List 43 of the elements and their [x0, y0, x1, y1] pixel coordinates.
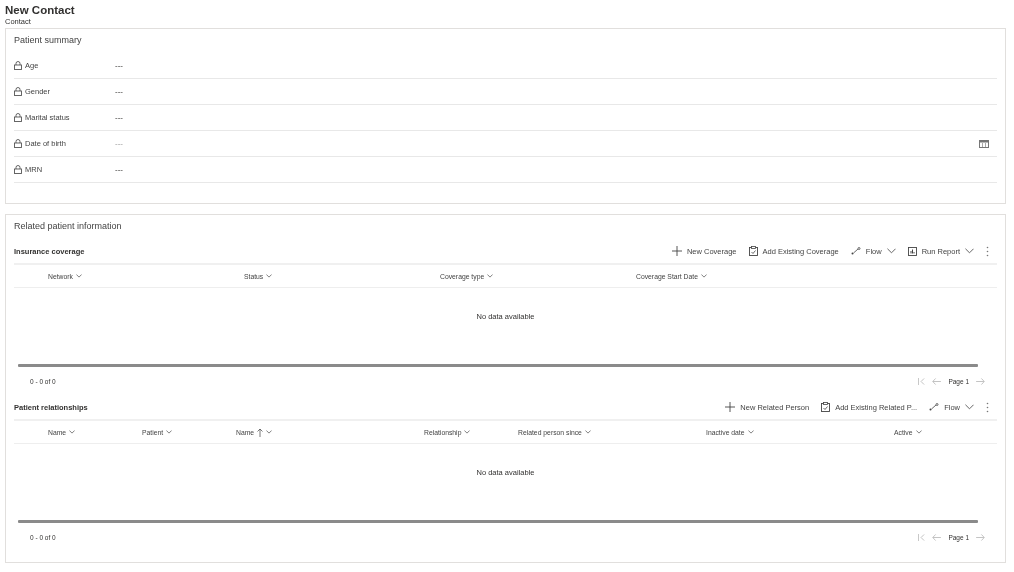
horizontal-scrollbar[interactable] — [18, 364, 978, 367]
chevron-down-icon[interactable] — [487, 274, 494, 278]
clipboard-icon — [748, 246, 758, 256]
next-page-icon[interactable] — [976, 533, 985, 541]
chevron-down-icon — [965, 248, 974, 254]
chevron-down-icon[interactable] — [69, 430, 76, 434]
report-icon — [907, 246, 917, 256]
next-page-icon[interactable] — [976, 377, 985, 385]
chevron-down-icon[interactable] — [584, 430, 591, 434]
chevron-down-icon — [886, 248, 896, 254]
plus-icon — [671, 246, 682, 256]
section-title: Patient summary — [14, 34, 83, 47]
flow-icon — [929, 403, 940, 411]
lock-icon — [14, 165, 22, 174]
chevron-down-icon — [965, 404, 974, 410]
field-value[interactable]: --- — [115, 61, 997, 70]
field-value[interactable]: --- — [115, 165, 997, 174]
plus-icon — [725, 402, 736, 412]
field-value[interactable]: --- — [115, 87, 997, 96]
chevron-down-icon[interactable] — [266, 274, 273, 278]
page-title: New Contact — [5, 3, 76, 17]
chevron-down-icon[interactable] — [700, 274, 707, 278]
chevron-down-icon[interactable] — [266, 430, 273, 434]
lock-icon — [14, 87, 22, 96]
lock-icon — [14, 61, 22, 70]
horizontal-scrollbar[interactable] — [18, 520, 978, 523]
sort-up-icon — [257, 427, 264, 437]
previous-page-icon[interactable] — [932, 533, 942, 541]
lock-icon — [14, 139, 22, 148]
chevron-down-icon[interactable] — [75, 274, 82, 278]
chevron-down-icon[interactable] — [464, 430, 471, 434]
section-title: Related patient information — [14, 220, 123, 233]
chevron-down-icon[interactable] — [747, 430, 754, 434]
chevron-down-icon[interactable] — [915, 430, 922, 434]
lock-icon — [14, 113, 22, 122]
flow-icon — [850, 247, 861, 255]
field-value[interactable]: --- — [115, 113, 997, 122]
chevron-down-icon[interactable] — [166, 430, 173, 434]
clipboard-icon — [821, 402, 831, 412]
previous-page-icon[interactable] — [932, 377, 942, 385]
first-page-icon[interactable] — [918, 377, 926, 385]
calendar-icon[interactable] — [979, 139, 989, 148]
first-page-icon[interactable] — [918, 533, 926, 541]
